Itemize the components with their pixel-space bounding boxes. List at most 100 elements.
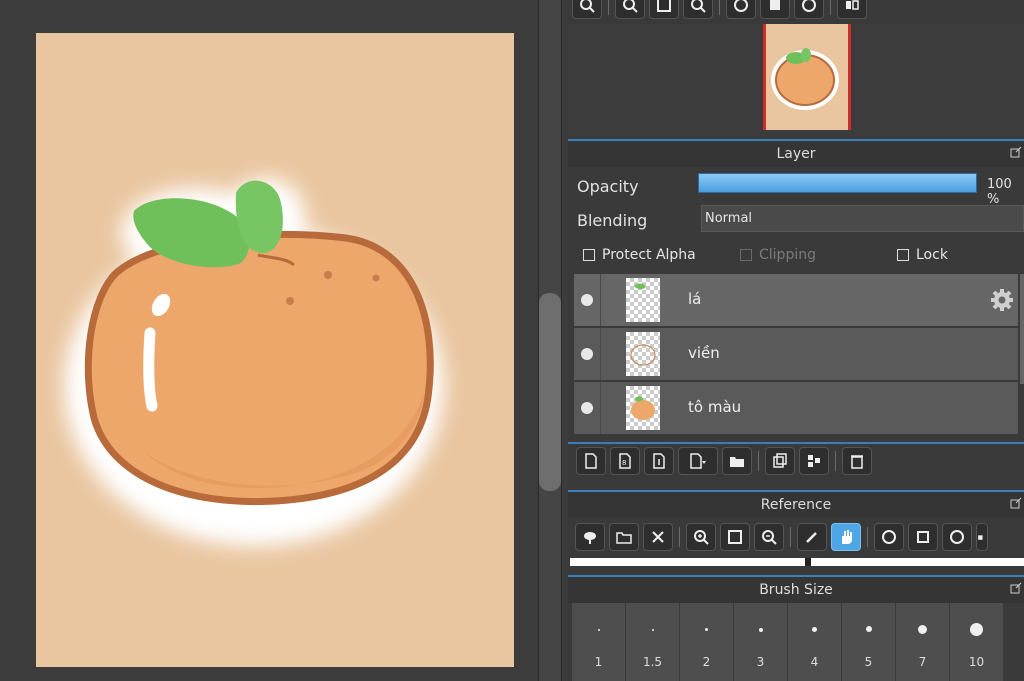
- ref-more-button[interactable]: [976, 523, 988, 551]
- brush-dot: [812, 627, 817, 632]
- checkbox-box: [740, 249, 752, 261]
- toolbar-separator: [830, 0, 831, 15]
- zoom-fit-icon: [580, 0, 595, 13]
- reference-slider-knob[interactable]: [805, 558, 811, 566]
- brush-size-label: 7: [918, 655, 927, 669]
- brush-dot: [705, 628, 708, 631]
- brush-dot: [970, 623, 983, 636]
- layer-list-scrollbar[interactable]: [1020, 274, 1024, 384]
- canvas-paper[interactable]: [36, 33, 514, 667]
- import-icon: [653, 453, 665, 469]
- ref-rotate-left-button[interactable]: [874, 523, 904, 551]
- brush-size-label: 2: [702, 655, 711, 669]
- hand-tool-button[interactable]: [831, 523, 861, 551]
- brush-size-cell[interactable]: 3: [734, 603, 787, 681]
- zoom-out-button[interactable]: [683, 0, 713, 19]
- merge-layer-button[interactable]: [799, 447, 829, 475]
- brush-size-cell[interactable]: 1.5: [626, 603, 679, 681]
- toolbar-separator: [679, 527, 680, 547]
- gear-icon[interactable]: [990, 288, 1014, 312]
- toolbar-separator: [867, 527, 868, 547]
- navigator-thumbnail[interactable]: [765, 24, 849, 130]
- clipping-label: Clipping: [759, 247, 816, 263]
- orange-artwork: [64, 178, 444, 546]
- brush-dot: [652, 629, 654, 631]
- duplicate-layer-button[interactable]: [765, 447, 795, 475]
- open-folder-button[interactable]: [609, 523, 639, 551]
- duplicate-icon: [773, 453, 787, 468]
- detach-panel-icon[interactable]: [1010, 497, 1022, 509]
- brush-size-cell[interactable]: 2: [680, 603, 733, 681]
- import-layer-button[interactable]: [644, 447, 674, 475]
- layer-row-la[interactable]: lá: [574, 274, 1018, 328]
- layer-panel-title: Layer: [776, 146, 816, 162]
- clipping-checkbox[interactable]: Clipping: [740, 247, 816, 263]
- flip-button[interactable]: [837, 0, 867, 19]
- protect-alpha-checkbox[interactable]: Protect Alpha: [583, 247, 696, 263]
- detach-panel-icon[interactable]: [1010, 582, 1022, 594]
- delete-layer-button[interactable]: [842, 447, 872, 475]
- blending-select[interactable]: Normal: [701, 205, 1024, 232]
- brush-size-label: 5: [864, 655, 873, 669]
- canvas-scrollbar-thumb[interactable]: [539, 293, 561, 491]
- layer-row-to-mau[interactable]: tô màu: [574, 382, 1018, 436]
- new-raster-layer-button[interactable]: 8: [610, 447, 640, 475]
- reset-rotation-button[interactable]: [760, 0, 790, 19]
- ref-zoom-in-button[interactable]: [686, 523, 716, 551]
- rotate-left-button[interactable]: [726, 0, 756, 19]
- layer-row-vien[interactable]: viền: [574, 328, 1018, 382]
- checkbox-box: [897, 249, 909, 261]
- new-layer-button[interactable]: [576, 447, 606, 475]
- rotate-right-icon: [802, 0, 816, 12]
- open-cloud-icon: [584, 532, 596, 544]
- reset-icon: [770, 0, 780, 10]
- ref-zoom-out-button[interactable]: [754, 523, 784, 551]
- brush-size-cell[interactable]: 5: [842, 603, 895, 681]
- brush-size-cell[interactable]: 1: [572, 603, 625, 681]
- eyedropper-icon: [806, 532, 817, 543]
- fit-button[interactable]: [649, 0, 679, 19]
- new-folder-button[interactable]: [722, 447, 752, 475]
- layer-thumbnail: [626, 278, 660, 322]
- add-layer-menu-button[interactable]: [678, 447, 718, 475]
- canvas-area[interactable]: [0, 0, 538, 681]
- brush-size-cell[interactable]: 10: [950, 603, 1003, 681]
- lock-checkbox[interactable]: Lock: [897, 247, 948, 263]
- zoom-fit-button[interactable]: [572, 0, 602, 19]
- opacity-slider[interactable]: [698, 173, 977, 193]
- visibility-icon[interactable]: [581, 402, 593, 414]
- canvas-scrollbar[interactable]: [538, 0, 562, 681]
- layer-panel-header[interactable]: Layer: [568, 139, 1024, 167]
- brush-size-cell[interactable]: 4: [788, 603, 841, 681]
- brush-dot: [759, 628, 763, 632]
- opacity-value: 100 %: [987, 177, 1012, 207]
- close-reference-button[interactable]: [643, 523, 673, 551]
- visibility-icon[interactable]: [581, 348, 593, 360]
- navigator-toolbar: [568, 0, 1024, 22]
- reference-panel-header[interactable]: Reference: [568, 490, 1024, 518]
- brush-size-cell[interactable]: 7: [896, 603, 949, 681]
- protect-alpha-label: Protect Alpha: [602, 247, 696, 263]
- zoom-in-button[interactable]: [615, 0, 645, 19]
- ref-fit-button[interactable]: [720, 523, 750, 551]
- ref-reset-button[interactable]: [908, 523, 938, 551]
- open-cloud-button[interactable]: [575, 523, 605, 551]
- rotate-left-icon: [734, 0, 748, 12]
- brush-size-label: 1: [594, 655, 603, 669]
- brush-dot: [866, 626, 872, 632]
- freckle: [324, 271, 332, 279]
- navigator-preview[interactable]: [568, 24, 1024, 136]
- divider: [600, 328, 601, 380]
- rotate-right-button[interactable]: [794, 0, 824, 19]
- add-layer-menu-icon: [690, 453, 706, 469]
- ref-rotate-right-button[interactable]: [942, 523, 972, 551]
- detach-panel-icon[interactable]: [1010, 146, 1022, 158]
- layer-name: tô màu: [688, 398, 742, 416]
- brush-size-grid: 1 1.5 2 3 4 5 7 10: [572, 603, 1024, 681]
- visibility-icon[interactable]: [581, 294, 593, 306]
- freckle: [372, 274, 380, 282]
- reference-slider[interactable]: [570, 558, 1024, 566]
- eyedropper-button[interactable]: [797, 523, 827, 551]
- new-layer-icon: [585, 453, 597, 469]
- brush-size-panel-header[interactable]: Brush Size: [568, 575, 1024, 603]
